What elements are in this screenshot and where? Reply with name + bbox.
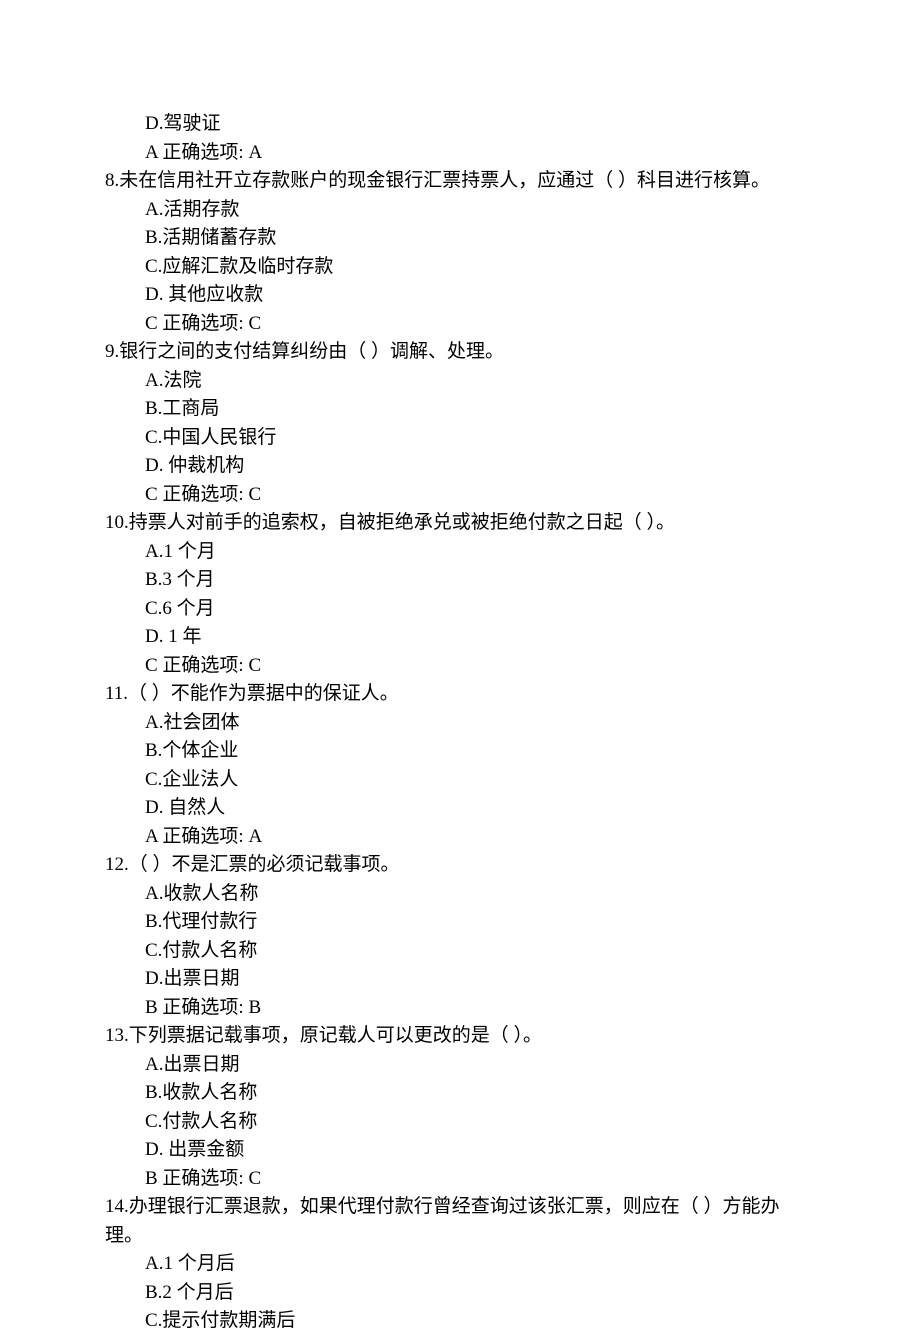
option-line: D. 出票金额 — [105, 1136, 810, 1165]
question-line: 12.（ ）不是汇票的必须记载事项。 — [105, 851, 810, 880]
option-line: D. 1 年 — [105, 623, 810, 652]
option-line: C 正确选项: C — [105, 481, 810, 510]
document-page: D.驾驶证A 正确选项: A8.未在信用社开立存款账户的现金银行汇票持票人，应通… — [0, 0, 920, 1302]
option-line: C.中国人民银行 — [105, 424, 810, 453]
content-block: D.驾驶证A 正确选项: A8.未在信用社开立存款账户的现金银行汇票持票人，应通… — [105, 110, 810, 1336]
option-line: B.收款人名称 — [105, 1079, 810, 1108]
option-line: C 正确选项: C — [105, 310, 810, 339]
option-line: A.法院 — [105, 367, 810, 396]
option-line: D.出票日期 — [105, 965, 810, 994]
option-line: C.企业法人 — [105, 766, 810, 795]
option-line: C.付款人名称 — [105, 1108, 810, 1137]
option-line: C 正确选项: C — [105, 652, 810, 681]
question-line: 9.银行之间的支付结算纠纷由（ ）调解、处理。 — [105, 338, 810, 367]
option-line: C.付款人名称 — [105, 937, 810, 966]
option-line: D. 仲裁机构 — [105, 452, 810, 481]
question-line: 11.（ ）不能作为票据中的保证人。 — [105, 680, 810, 709]
question-line: 13.下列票据记载事项，原记载人可以更改的是（ ）。 — [105, 1022, 810, 1051]
option-line: A 正确选项: A — [105, 823, 810, 852]
option-line: A.出票日期 — [105, 1051, 810, 1080]
option-line: D. 自然人 — [105, 794, 810, 823]
option-line: A 正确选项: A — [105, 139, 810, 168]
option-line: B 正确选项: B — [105, 994, 810, 1023]
option-line: D. 其他应收款 — [105, 281, 810, 310]
option-line: D.驾驶证 — [105, 110, 810, 139]
option-line: B.3 个月 — [105, 566, 810, 595]
option-line: A.1 个月 — [105, 538, 810, 567]
option-line: C.提示付款期满后 — [105, 1307, 810, 1336]
option-line: C.6 个月 — [105, 595, 810, 624]
option-line: B.个体企业 — [105, 737, 810, 766]
question-line: 14.办理银行汇票退款，如果代理付款行曾经查询过该张汇票，则应在（ ）方能办理。 — [105, 1193, 810, 1250]
option-line: B.代理付款行 — [105, 908, 810, 937]
option-line: C.应解汇款及临时存款 — [105, 253, 810, 282]
option-line: B.活期储蓄存款 — [105, 224, 810, 253]
option-line: B.工商局 — [105, 395, 810, 424]
question-line: 10.持票人对前手的追索权，自被拒绝承兑或被拒绝付款之日起（ ）。 — [105, 509, 810, 538]
option-line: B 正确选项: C — [105, 1165, 810, 1194]
option-line: A.社会团体 — [105, 709, 810, 738]
option-line: B.2 个月后 — [105, 1279, 810, 1308]
option-line: A.1 个月后 — [105, 1250, 810, 1279]
option-line: A.活期存款 — [105, 196, 810, 225]
question-line: 8.未在信用社开立存款账户的现金银行汇票持票人，应通过（ ）科目进行核算。 — [105, 167, 810, 196]
option-line: A.收款人名称 — [105, 880, 810, 909]
